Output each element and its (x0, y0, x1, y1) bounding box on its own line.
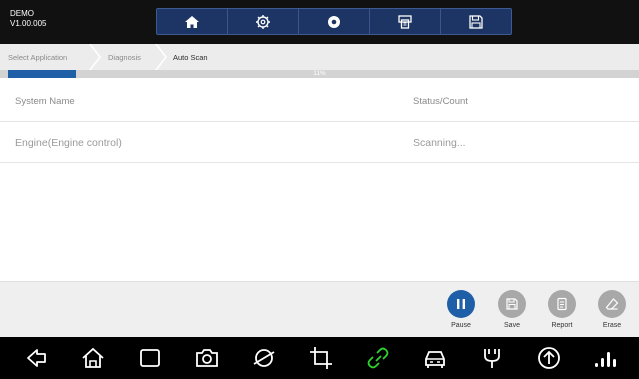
report-icon (548, 290, 576, 318)
column-header-system-name: System Name (15, 96, 75, 107)
breadcrumb: Select Application Diagnosis Auto Scan (0, 44, 639, 70)
back-icon (27, 349, 46, 367)
record-icon (328, 15, 340, 28)
system-name-cell: Engine(Engine control) (15, 137, 122, 149)
nav-recent-apps-button[interactable] (134, 342, 166, 374)
print-icon (398, 14, 412, 29)
home-button[interactable] (157, 9, 228, 34)
app-version: V1.00.005 (10, 19, 47, 28)
app-name: DEMO (10, 9, 34, 18)
top-bar: DEMO V1.00.005 (0, 0, 639, 44)
save-icon (469, 14, 483, 29)
top-toolbar (156, 8, 512, 35)
nav-browser-button[interactable] (248, 342, 280, 374)
save-screen-button[interactable] (441, 9, 511, 34)
car-icon (425, 351, 445, 368)
eraser-icon (598, 290, 626, 318)
save-label: Save (504, 322, 520, 329)
gear-icon (256, 14, 270, 29)
nav-back-button[interactable] (20, 342, 52, 374)
browser-icon (253, 349, 275, 367)
nav-update-button[interactable] (533, 342, 565, 374)
report-button[interactable]: Report (542, 290, 582, 329)
pause-icon (447, 290, 475, 318)
scan-progress-bar: 11% (0, 70, 639, 78)
erase-button[interactable]: Erase (592, 290, 632, 329)
status-cell: Scanning... (413, 137, 466, 149)
column-header-status-count: Status/Count (413, 96, 468, 107)
nav-car-button[interactable] (419, 342, 451, 374)
record-button[interactable] (299, 9, 370, 34)
home-icon (185, 15, 199, 28)
table-row[interactable]: Engine(Engine control) Scanning... (0, 122, 639, 163)
system-nav-bar (0, 337, 639, 379)
upload-icon (538, 347, 560, 369)
signal-icon (595, 352, 616, 367)
nav-vci-button[interactable] (476, 342, 508, 374)
nav-home-button[interactable] (77, 342, 109, 374)
pause-label: Pause (451, 322, 471, 329)
camera-icon (196, 349, 218, 367)
print-button[interactable] (370, 9, 441, 34)
breadcrumb-auto-scan: Auto Scan (173, 52, 208, 62)
nav-link-button[interactable] (362, 342, 394, 374)
save-button[interactable]: Save (492, 290, 532, 329)
breadcrumb-select-application[interactable]: Select Application (8, 44, 67, 70)
app-info: DEMO V1.00.005 (10, 9, 46, 29)
table-header: System Name Status/Count (0, 78, 639, 122)
action-bar: Pause Save Report Erase (0, 281, 639, 337)
chevron-right-icon (155, 44, 167, 70)
report-label: Report (551, 322, 573, 329)
pause-button[interactable]: Pause (441, 290, 481, 329)
breadcrumb-diagnosis[interactable]: Diagnosis (108, 44, 141, 70)
vci-icon (484, 349, 500, 368)
nav-camera-button[interactable] (191, 342, 223, 374)
save-icon (498, 290, 526, 318)
nav-crop-button[interactable] (305, 342, 337, 374)
link-icon (367, 347, 389, 369)
home-icon (82, 347, 104, 368)
recent-apps-icon (140, 349, 160, 367)
crop-icon (310, 347, 332, 369)
erase-label: Erase (602, 322, 622, 329)
settings-button[interactable] (228, 9, 299, 34)
scan-progress-text: 11% (313, 70, 326, 77)
nav-signal-button[interactable] (590, 342, 622, 374)
chevron-right-icon (89, 44, 101, 70)
